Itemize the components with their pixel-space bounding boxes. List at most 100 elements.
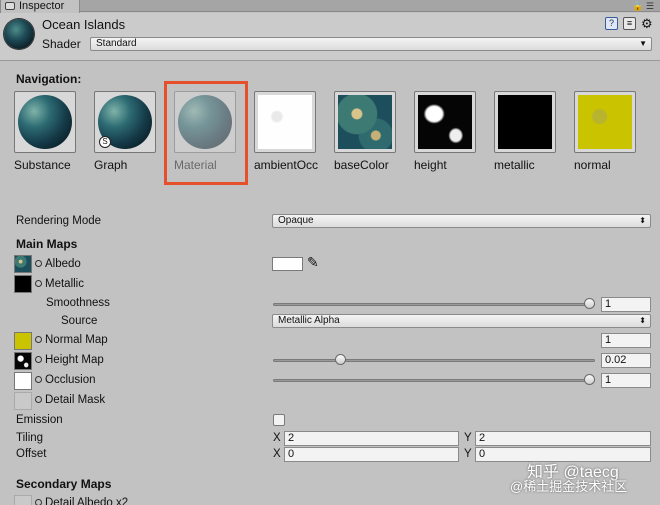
nav-label-ambientocc: ambientOcc xyxy=(254,158,319,172)
ambientocc-preview-icon xyxy=(258,95,312,149)
metallic-texture-slot[interactable] xyxy=(14,275,32,293)
substance-preview-icon xyxy=(18,95,72,149)
source-dropdown[interactable]: Metallic Alpha ⬍ xyxy=(272,314,651,328)
tiling-x-field[interactable]: 2 xyxy=(284,431,459,446)
offset-label: Offset xyxy=(16,448,47,460)
smoothness-value-field[interactable]: 1 xyxy=(601,297,651,312)
tab-inspector[interactable]: Inspector xyxy=(0,0,80,13)
detail-mask-picker-icon[interactable] xyxy=(35,396,42,403)
nav-thumb-normal[interactable] xyxy=(574,91,636,153)
smoothness-label: Smoothness xyxy=(46,297,110,309)
tiling-y-field[interactable]: 2 xyxy=(475,431,651,446)
height-texture-slot[interactable] xyxy=(14,352,32,370)
rendering-mode-dropdown[interactable]: Opaque ⬍ xyxy=(272,214,651,228)
height-value-field[interactable]: 0.02 xyxy=(601,353,651,368)
height-slider-track[interactable] xyxy=(273,359,595,362)
nav-label-material: Material xyxy=(174,158,217,172)
nav-label-substance: Substance xyxy=(14,158,71,172)
normal-label: Normal Map xyxy=(45,334,108,346)
emission-checkbox[interactable] xyxy=(273,414,285,426)
chevron-updown-icon: ⬍ xyxy=(639,316,646,325)
normal-texture-slot[interactable] xyxy=(14,332,32,350)
albedo-row: Albedo xyxy=(35,258,81,270)
metallic-picker-icon[interactable] xyxy=(35,280,42,287)
source-label: Source xyxy=(61,315,98,327)
rendering-mode-value: Opaque xyxy=(278,215,314,226)
height-row: Height Map xyxy=(35,354,104,366)
metallic-label: Metallic xyxy=(45,278,84,290)
height-label: Height Map xyxy=(45,354,104,366)
detail-albedo-row: Detail Albedo x2 xyxy=(35,497,128,505)
secondary-maps-heading: Secondary Maps xyxy=(16,477,112,491)
metallic-preview-icon xyxy=(498,95,552,149)
albedo-label: Albedo xyxy=(45,258,81,270)
tab-menu-icon[interactable]: 🔒 ☰ xyxy=(632,1,654,12)
preset-icon[interactable]: ≡ xyxy=(623,17,636,30)
occlusion-slider-knob[interactable] xyxy=(584,374,595,385)
inspector-icon xyxy=(5,2,15,10)
occlusion-row: Occlusion xyxy=(35,374,96,386)
tiling-x-label: X xyxy=(273,432,281,444)
detail-mask-texture-slot[interactable] xyxy=(14,392,32,410)
occlusion-picker-icon[interactable] xyxy=(35,376,42,383)
detail-albedo-texture-slot[interactable] xyxy=(14,495,32,505)
basecolor-preview-icon xyxy=(338,95,392,149)
height-slider-knob[interactable] xyxy=(335,354,347,365)
detail-albedo-label: Detail Albedo x2 xyxy=(45,497,129,505)
nav-thumb-basecolor[interactable] xyxy=(334,91,396,153)
source-value: Metallic Alpha xyxy=(278,315,340,326)
material-title: Ocean Islands xyxy=(42,17,126,32)
material-nav-preview-icon xyxy=(178,95,232,149)
normal-picker-icon[interactable] xyxy=(35,336,42,343)
height-preview-icon xyxy=(418,95,472,149)
smoothness-slider-knob[interactable] xyxy=(584,298,595,309)
shader-dropdown[interactable]: Standard ▼ xyxy=(90,37,652,51)
nav-thumb-ambientocc[interactable] xyxy=(254,91,316,153)
detail-albedo-picker-icon[interactable] xyxy=(35,499,42,505)
detail-mask-row: Detail Mask xyxy=(35,394,105,406)
offset-x-field[interactable]: 0 xyxy=(284,447,459,462)
normal-preview-icon xyxy=(578,95,632,149)
nav-label-height: height xyxy=(414,158,447,172)
gear-icon[interactable]: ⚙ xyxy=(641,16,653,32)
nav-thumb-material[interactable] xyxy=(174,91,236,153)
occlusion-texture-slot[interactable] xyxy=(14,372,32,390)
shader-label: Shader xyxy=(42,37,81,51)
main-maps-heading: Main Maps xyxy=(16,237,78,251)
eyedropper-icon[interactable]: ✎ xyxy=(307,254,319,271)
normal-row: Normal Map xyxy=(35,334,108,346)
detail-mask-label: Detail Mask xyxy=(45,394,106,406)
help-icon[interactable]: ? xyxy=(605,17,618,30)
nav-thumb-height[interactable] xyxy=(414,91,476,153)
inspector-header: Ocean Islands Shader Standard ▼ ? ≡ ⚙ xyxy=(0,13,660,61)
nav-label-normal: normal xyxy=(574,158,611,172)
offset-y-label: Y xyxy=(464,448,472,460)
nav-label-metallic: metallic xyxy=(494,158,535,172)
occlusion-value-field[interactable]: 1 xyxy=(601,373,651,388)
tiling-y-label: Y xyxy=(464,432,472,444)
albedo-color-field[interactable] xyxy=(272,257,303,271)
albedo-texture-slot[interactable] xyxy=(14,255,32,273)
height-picker-icon[interactable] xyxy=(35,356,42,363)
nav-label-graph: Graph xyxy=(94,158,128,172)
nav-label-basecolor: baseColor xyxy=(334,158,389,172)
nav-thumb-graph[interactable]: S xyxy=(94,91,156,153)
offset-x-label: X xyxy=(273,448,281,460)
tab-bar: Inspector 🔒 ☰ xyxy=(0,0,660,13)
material-preview-icon xyxy=(4,19,34,49)
shader-dropdown-value: Standard xyxy=(96,38,137,49)
nav-thumb-metallic[interactable] xyxy=(494,91,556,153)
occlusion-label: Occlusion xyxy=(45,374,96,386)
tiling-label: Tiling xyxy=(16,432,44,444)
albedo-picker-icon[interactable] xyxy=(35,260,42,267)
metallic-row: Metallic xyxy=(35,278,84,290)
navigation-label: Navigation: xyxy=(16,72,82,86)
nav-thumb-substance[interactable] xyxy=(14,91,76,153)
watermark-subtext: @稀土掘金技术社区 xyxy=(510,479,628,494)
emission-label: Emission xyxy=(16,414,63,426)
graph-badge-icon: S xyxy=(99,136,111,148)
smoothness-slider-track[interactable] xyxy=(273,303,595,306)
tab-inspector-label: Inspector xyxy=(19,0,65,12)
occlusion-slider-track[interactable] xyxy=(273,379,595,382)
normal-value-field[interactable]: 1 xyxy=(601,333,651,348)
